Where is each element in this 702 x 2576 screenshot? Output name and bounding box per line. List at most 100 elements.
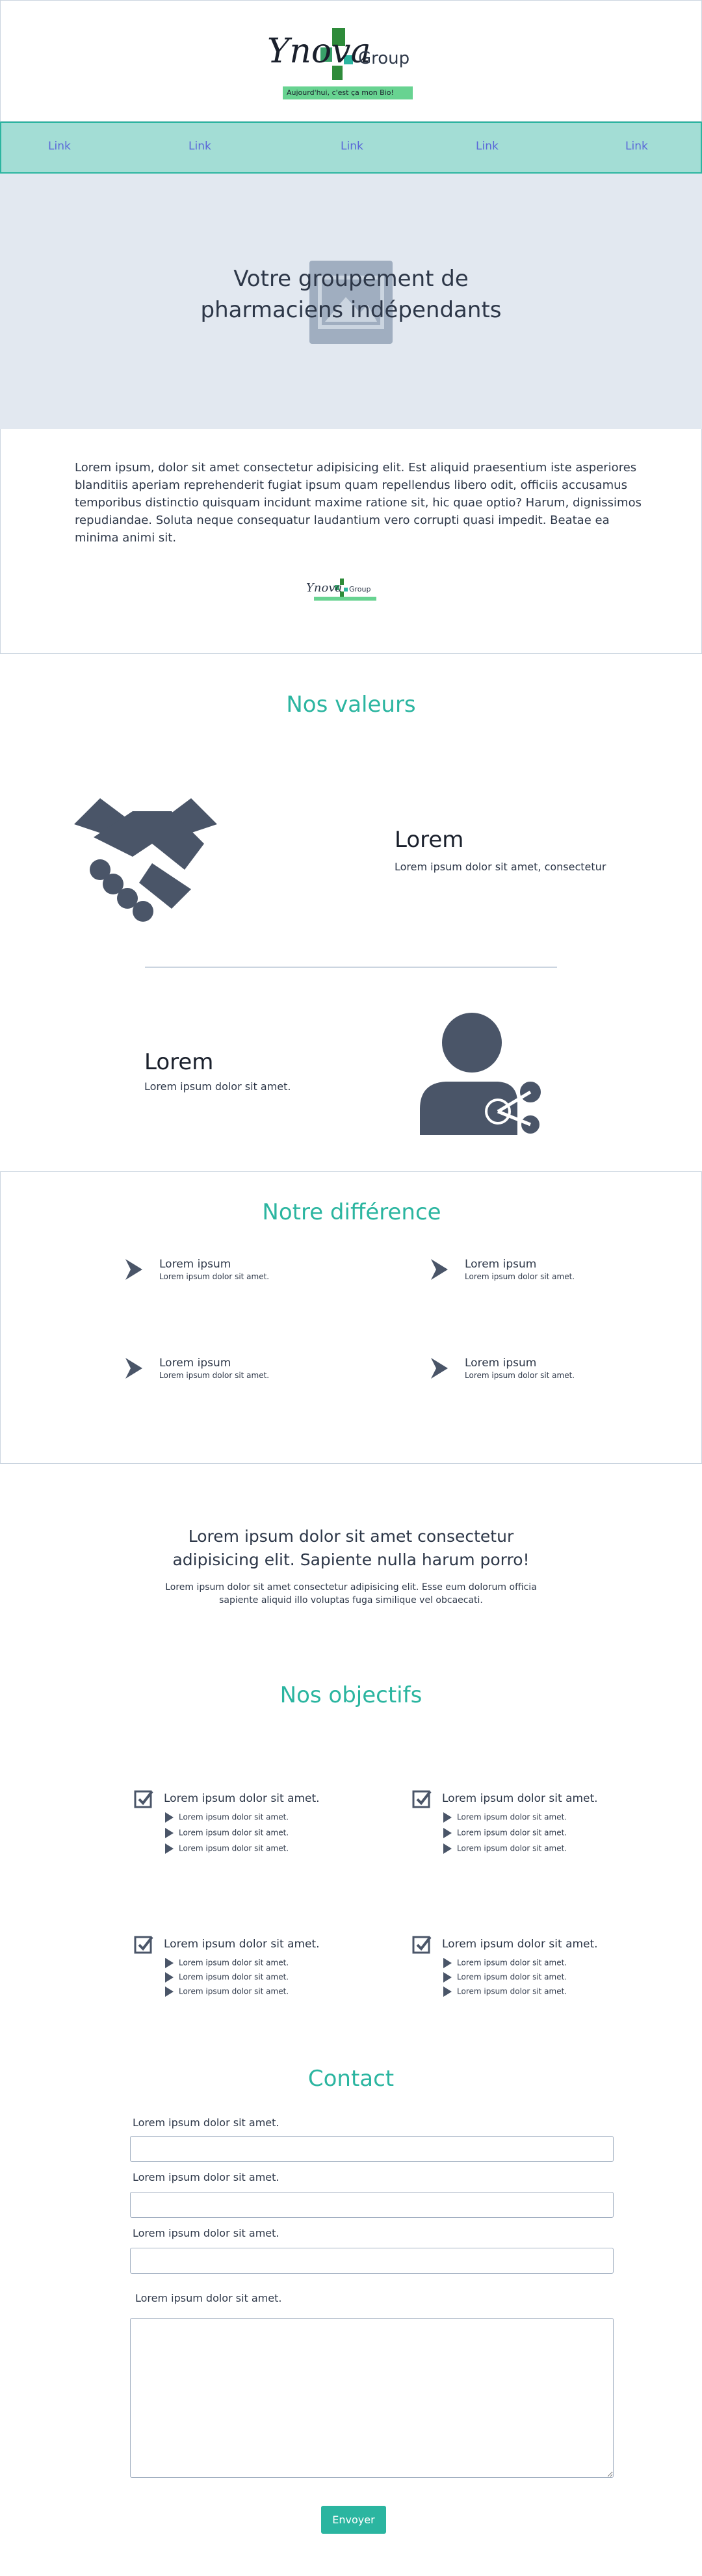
objectif-item: Lorem ipsum dolor sit amet. <box>165 1986 289 1997</box>
objectif-item: Lorem ipsum dolor sit amet. <box>165 1958 289 1968</box>
objectif-item-text: Lorem ipsum dolor sit amet. <box>457 1986 567 1996</box>
contact-label-2: Lorem ipsum dolor sit amet. <box>133 2171 280 2183</box>
triangle-right-icon <box>165 1972 174 1983</box>
objectif-item: Lorem ipsum dolor sit amet. <box>443 1958 567 1968</box>
main-nav: Link Link Link Link Link <box>0 122 702 174</box>
difference-item-4: Lorem ipsum Lorem ipsum dolor sit amet. <box>431 1357 626 1389</box>
objectif-item: Lorem ipsum dolor sit amet. <box>443 1972 567 1983</box>
valeurs-title: Nos valeurs <box>286 692 416 718</box>
difference-item-title: Lorem ipsum <box>465 1357 537 1370</box>
objectif-item: Lorem ipsum dolor sit amet. <box>443 1812 567 1823</box>
difference-item-3: Lorem ipsum Lorem ipsum dolor sit amet. <box>125 1357 320 1389</box>
triangle-right-icon <box>443 1972 452 1983</box>
objectif-item-text: Lorem ipsum dolor sit amet. <box>179 1972 289 1982</box>
objectif-item: Lorem ipsum dolor sit amet. <box>443 1843 567 1854</box>
objectif-item-text: Lorem ipsum dolor sit amet. <box>179 1812 289 1822</box>
objectif-item-text: Lorem ipsum dolor sit amet. <box>457 1812 567 1822</box>
objectif-title: Lorem ipsum dolor sit amet. <box>164 1938 320 1951</box>
banner-heading: Lorem ipsum dolor sit amet consectetur a… <box>172 1527 530 1569</box>
objectif-title: Lorem ipsum dolor sit amet. <box>164 1792 320 1805</box>
handshake-icon <box>74 798 217 928</box>
chevron-right-icon <box>431 1259 448 1280</box>
nav-link-5[interactable]: Link <box>625 140 648 153</box>
intro-section: Lorem ipsum, dolor sit amet consectetur … <box>0 429 702 654</box>
triangle-right-icon <box>443 1986 452 1997</box>
valeur-1-title: Lorem <box>395 827 464 853</box>
objectif-item-text: Lorem ipsum dolor sit amet. <box>457 1843 567 1853</box>
triangle-right-icon <box>165 1828 174 1838</box>
contact-label-1: Lorem ipsum dolor sit amet. <box>133 2116 280 2129</box>
objectif-title: Lorem ipsum dolor sit amet. <box>442 1792 598 1805</box>
contact-label-3: Lorem ipsum dolor sit amet. <box>133 2227 280 2239</box>
difference-section: Notre différence Lorem ipsum Lorem ipsum… <box>0 1171 702 1464</box>
nav-link-4[interactable]: Link <box>476 140 499 153</box>
hero-section: Votre groupement de pharmaciens indépend… <box>0 174 702 429</box>
difference-item-text: Lorem ipsum dolor sit amet. <box>465 1272 575 1281</box>
objectif-title: Lorem ipsum dolor sit amet. <box>442 1938 598 1951</box>
contact-field-3[interactable] <box>130 2248 614 2274</box>
logo-script-text: Ynova <box>267 32 371 71</box>
nav-link-2[interactable]: Link <box>188 140 211 153</box>
valeur-2-title: Lorem <box>144 1049 214 1075</box>
logo-tagline: Aujourd'hui, c'est ça mon Bio! <box>287 88 394 97</box>
difference-item-title: Lorem ipsum <box>159 1258 231 1271</box>
objectif-item-text: Lorem ipsum dolor sit amet. <box>457 1828 567 1838</box>
contact-field-2[interactable] <box>130 2192 614 2218</box>
hero-title-line-1: Votre groupement de <box>233 266 469 292</box>
small-logo-script: Ynova <box>306 581 343 595</box>
logo-group-text: Group <box>358 49 410 68</box>
triangle-right-icon <box>165 1843 174 1854</box>
small-logo: Ynova Group <box>306 577 384 603</box>
objectif-item-text: Lorem ipsum dolor sit amet. <box>179 1986 289 1996</box>
difference-item-2: Lorem ipsum Lorem ipsum dolor sit amet. <box>431 1258 626 1290</box>
objectif-item-text: Lorem ipsum dolor sit amet. <box>179 1958 289 1968</box>
checkbox-checked-icon <box>412 1936 432 1954</box>
banner-text: Lorem ipsum dolor sit amet consectetur a… <box>165 1582 537 1606</box>
chevron-right-icon <box>125 1259 142 1280</box>
difference-item-title: Lorem ipsum <box>465 1258 537 1271</box>
triangle-right-icon <box>165 1958 174 1968</box>
checkbox-checked-icon <box>412 1790 432 1808</box>
objectif-group-4: Lorem ipsum dolor sit amet. Lorem ipsum … <box>412 1934 620 2012</box>
triangle-right-icon <box>443 1812 452 1823</box>
objectif-item: Lorem ipsum dolor sit amet. <box>443 1828 567 1838</box>
objectif-item: Lorem ipsum dolor sit amet. <box>165 1843 289 1854</box>
triangle-right-icon <box>165 1812 174 1823</box>
contact-message-field[interactable] <box>130 2318 614 2478</box>
objectif-item-text: Lorem ipsum dolor sit amet. <box>457 1958 567 1968</box>
difference-item-1: Lorem ipsum Lorem ipsum dolor sit amet. <box>125 1258 320 1290</box>
triangle-right-icon <box>443 1828 452 1838</box>
contact-field-1[interactable] <box>130 2136 614 2162</box>
chevron-right-icon <box>431 1358 448 1379</box>
difference-item-text: Lorem ipsum dolor sit amet. <box>159 1371 270 1380</box>
nav-link-3[interactable]: Link <box>341 140 363 153</box>
site-header: Ynova Group Aujourd'hui, c'est ça mon Bi… <box>0 0 702 122</box>
objectif-item-text: Lorem ipsum dolor sit amet. <box>457 1972 567 1982</box>
objectif-item: Lorem ipsum dolor sit amet. <box>165 1828 289 1838</box>
difference-item-text: Lorem ipsum dolor sit amet. <box>159 1272 270 1281</box>
triangle-right-icon <box>443 1958 452 1968</box>
user-share-icon <box>420 1011 543 1136</box>
checkbox-checked-icon <box>134 1790 153 1808</box>
objectif-group-2: Lorem ipsum dolor sit amet. Lorem ipsum … <box>412 1789 620 1867</box>
objectif-item-text: Lorem ipsum dolor sit amet. <box>179 1828 289 1838</box>
hero-title: Votre groupement de pharmaciens indépend… <box>188 263 514 326</box>
nav-link-1[interactable]: Link <box>48 140 71 153</box>
hero-title-line-2: pharmaciens indépendants <box>200 297 502 323</box>
objectif-item-text: Lorem ipsum dolor sit amet. <box>179 1843 289 1853</box>
small-logo-group: Group <box>349 585 371 593</box>
objectif-group-1: Lorem ipsum dolor sit amet. Lorem ipsum … <box>134 1789 342 1867</box>
submit-button[interactable]: Envoyer <box>321 2506 386 2534</box>
difference-item-title: Lorem ipsum <box>159 1357 231 1370</box>
brand-logo[interactable]: Ynova Group Aujourd'hui, c'est ça mon Bi… <box>267 27 436 103</box>
objectif-item: Lorem ipsum dolor sit amet. <box>165 1812 289 1823</box>
intro-text: Lorem ipsum, dolor sit amet consectetur … <box>75 461 642 545</box>
valeur-2-text: Lorem ipsum dolor sit amet. <box>144 1080 291 1093</box>
triangle-right-icon <box>443 1843 452 1854</box>
contact-title: Contact <box>307 2066 395 2092</box>
difference-title: Notre différence <box>262 1199 441 1225</box>
objectif-item: Lorem ipsum dolor sit amet. <box>165 1972 289 1983</box>
checkbox-checked-icon <box>134 1936 153 1954</box>
valeur-1-text: Lorem ipsum dolor sit amet, consectetur <box>395 861 606 873</box>
difference-item-text: Lorem ipsum dolor sit amet. <box>465 1371 575 1380</box>
